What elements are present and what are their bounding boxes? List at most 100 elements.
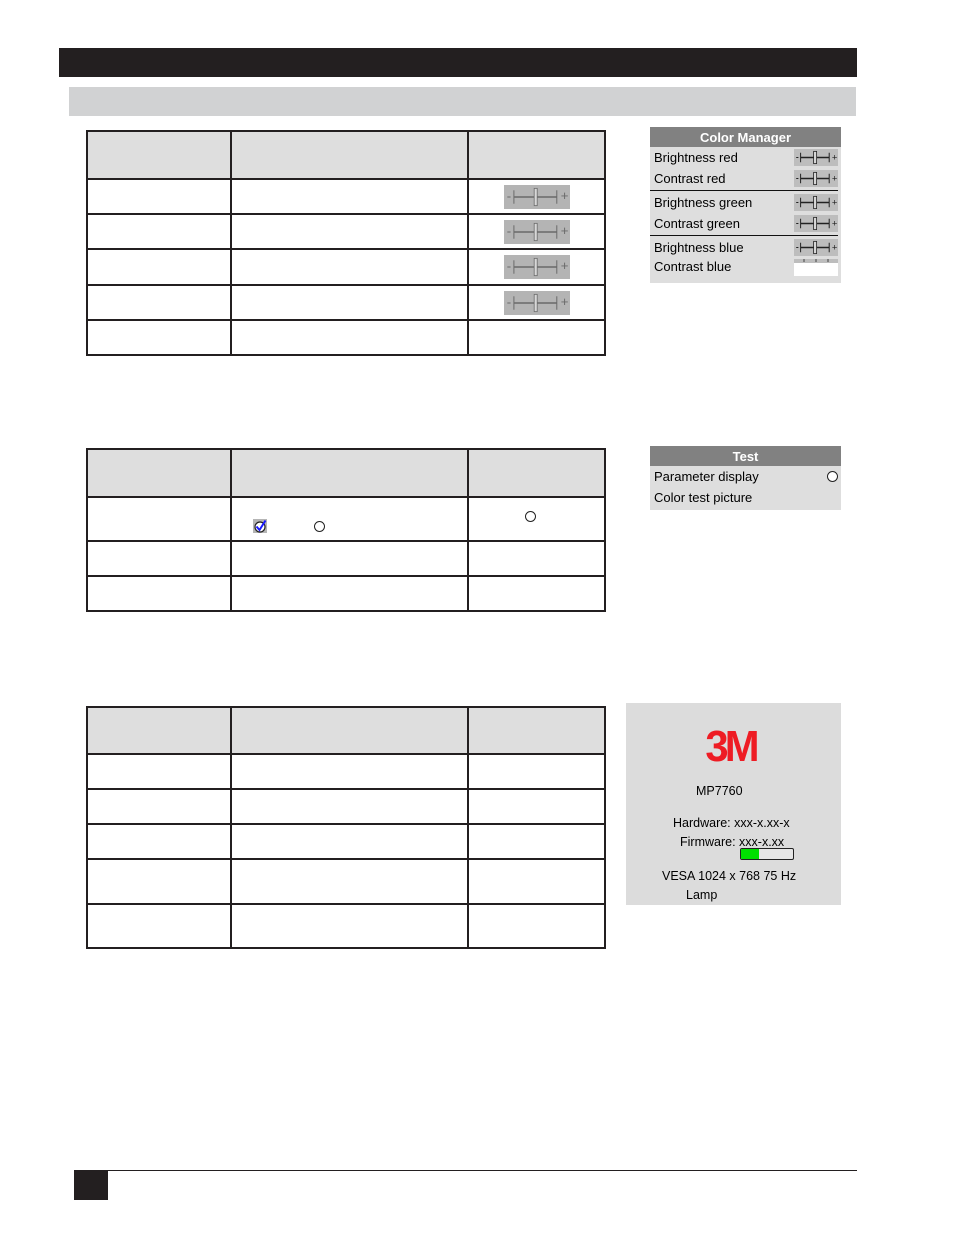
- osd-item-brightness-red[interactable]: Brightness red +: [650, 147, 841, 168]
- table-row: [86, 496, 606, 542]
- table-cell: [467, 540, 606, 577]
- test-osd-menu: Test Parameter display Color test pictur…: [650, 446, 841, 510]
- table-row: +: [86, 248, 606, 286]
- osd-item-brightness-blue[interactable]: Brightness blue +: [650, 237, 841, 258]
- table-cell: [86, 213, 232, 250]
- table-cell: +: [467, 284, 606, 321]
- table-row: [86, 319, 606, 356]
- video-mode: VESA 1024 x 768 75 Hz: [662, 869, 797, 883]
- osd-title: Color Manager: [650, 127, 841, 147]
- radio-empty-icon[interactable]: [827, 471, 838, 482]
- table-cell: [86, 903, 232, 949]
- slider-control[interactable]: +: [794, 194, 838, 211]
- slider-icon: +: [503, 255, 570, 279]
- slider-track-icon: +: [796, 216, 837, 231]
- osd-item-brightness-green[interactable]: Brightness green +: [650, 192, 841, 213]
- page-number-box: [74, 1170, 108, 1200]
- table-cell: [230, 284, 469, 321]
- table-cell: [230, 575, 469, 612]
- slider-track-icon: +: [506, 257, 568, 277]
- table-cell: +: [467, 178, 606, 215]
- radio-empty-icon: [525, 511, 536, 522]
- table-header-row: [86, 706, 606, 755]
- slider-control[interactable]: +: [794, 215, 838, 232]
- slider-icon: +: [503, 184, 570, 209]
- checkbox-checked-icon: [253, 519, 267, 533]
- info-table: [86, 706, 606, 949]
- slider-control[interactable]: [794, 259, 838, 276]
- svg-text:+: +: [560, 294, 568, 309]
- osd-title: Test: [650, 446, 841, 466]
- table-cell: [467, 788, 606, 825]
- table-cell: [230, 213, 469, 250]
- table-cell: [86, 178, 232, 215]
- table-cell: [467, 823, 606, 860]
- table-cell: [230, 788, 469, 825]
- table-cell: [467, 903, 606, 949]
- header-cell: [86, 706, 232, 755]
- svg-text:+: +: [832, 174, 837, 184]
- osd-item-contrast-blue[interactable]: Contrast blue: [650, 258, 841, 277]
- header-cell: [230, 130, 469, 180]
- footer-rule: [107, 1170, 857, 1171]
- svg-text:+: +: [560, 258, 568, 273]
- osd-item-color-test-picture[interactable]: Color test picture: [650, 487, 841, 508]
- table-row: [86, 753, 606, 790]
- table-cell: [230, 858, 469, 905]
- table-cell: [86, 284, 232, 321]
- slider-track-icon: +: [506, 187, 568, 206]
- lamp-label: Lamp: [686, 888, 718, 902]
- slider-control[interactable]: +: [794, 149, 838, 166]
- header-cell: [86, 130, 232, 180]
- test-table: [86, 448, 606, 612]
- lamp-life-bar: [740, 848, 794, 860]
- slider-track-icon: +: [796, 240, 837, 255]
- firmware-version: Firmware: xxx-x.xx: [680, 835, 785, 849]
- svg-text:+: +: [832, 243, 837, 253]
- info-osd-panel: 3M MP7760 Hardware: xxx-x.xx-x Firmware:…: [626, 703, 841, 905]
- slider-control[interactable]: +: [794, 170, 838, 187]
- osd-item-label: Brightness green: [654, 195, 753, 210]
- table-cell: [86, 788, 232, 825]
- osd-item-parameter-display[interactable]: Parameter display: [650, 466, 841, 487]
- table-header-row: [86, 448, 606, 498]
- table-cell: [86, 823, 232, 860]
- osd-item-label: Contrast blue: [654, 259, 732, 274]
- table-cell: +: [467, 213, 606, 250]
- header-cell: [467, 448, 606, 498]
- table-cell: [230, 823, 469, 860]
- table-row: [86, 903, 606, 949]
- osd-item-contrast-green[interactable]: Contrast green +: [650, 213, 841, 234]
- table-row: [86, 575, 606, 612]
- header-cell: [86, 448, 232, 498]
- table-cell: [230, 496, 469, 542]
- osd-item-label: Brightness blue: [654, 240, 744, 255]
- slider-control[interactable]: +: [794, 239, 838, 256]
- header-cell: [230, 448, 469, 498]
- slider-track-icon: +: [796, 150, 837, 165]
- table-cell: [86, 319, 232, 356]
- slider-track-icon: +: [796, 195, 837, 210]
- table-cell: +: [467, 248, 606, 286]
- section-heading-bar: [69, 87, 856, 116]
- table-cell: [467, 575, 606, 612]
- table-cell: [467, 753, 606, 790]
- radio-empty-icon: [314, 521, 325, 532]
- header-cell: [467, 706, 606, 755]
- lamp-life-fill: [741, 849, 760, 859]
- osd-item-contrast-red[interactable]: Contrast red +: [650, 168, 841, 189]
- table-row: +: [86, 213, 606, 250]
- svg-text:+: +: [560, 188, 568, 203]
- table-cell: [230, 248, 469, 286]
- table-row: +: [86, 284, 606, 321]
- hardware-version: Hardware: xxx-x.xx-x: [673, 816, 790, 830]
- table-row: [86, 823, 606, 860]
- table-cell: [86, 540, 232, 577]
- osd-item-label: Contrast red: [654, 171, 726, 186]
- osd-divider: [650, 190, 838, 191]
- table-cell: [86, 753, 232, 790]
- table-cell: [86, 858, 232, 905]
- table-cell: [86, 248, 232, 286]
- table-cell: [86, 575, 232, 612]
- osd-item-label: Parameter display: [654, 469, 759, 484]
